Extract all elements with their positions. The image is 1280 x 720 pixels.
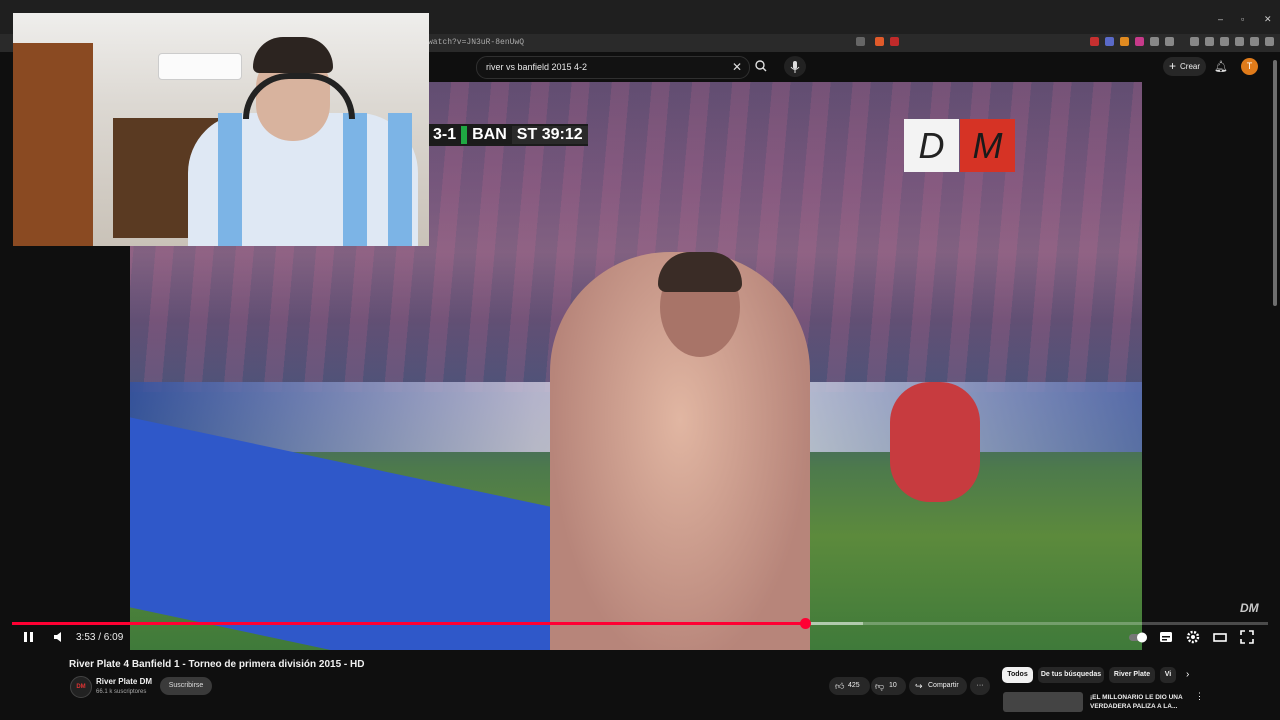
pitch-sign bbox=[130, 417, 550, 650]
search-button[interactable] bbox=[750, 56, 772, 77]
channel-avatar[interactable]: DM bbox=[70, 676, 92, 698]
settings-button[interactable] bbox=[1186, 630, 1200, 647]
fullscreen-button[interactable] bbox=[1240, 630, 1254, 647]
notifications-icon[interactable]: 🔔︎ bbox=[1214, 60, 1228, 73]
time-display: 3:53 / 6:09 bbox=[76, 632, 124, 643]
minimize-icon[interactable]: – bbox=[1218, 14, 1223, 24]
subscriber-count: 66.1 k suscriptores bbox=[96, 689, 147, 695]
maximize-icon[interactable]: ▫ bbox=[1241, 14, 1244, 24]
gear-icon bbox=[1186, 630, 1200, 644]
background-figure bbox=[890, 382, 980, 502]
music-icon[interactable] bbox=[1190, 37, 1199, 46]
scrubber-handle[interactable] bbox=[799, 618, 811, 629]
voice-search-button[interactable] bbox=[784, 56, 806, 77]
rewards-icon[interactable] bbox=[890, 37, 899, 46]
extension-icon[interactable] bbox=[1165, 37, 1174, 46]
extension-icon[interactable] bbox=[1135, 37, 1144, 46]
like-count: 425 bbox=[848, 682, 860, 689]
streamer-hair bbox=[253, 37, 333, 73]
pause-button[interactable] bbox=[22, 630, 36, 647]
chevron-right-icon[interactable]: › bbox=[1186, 669, 1189, 680]
dm-logo: D M bbox=[904, 119, 1015, 172]
channel-name[interactable]: River Plate DM bbox=[96, 677, 152, 686]
dislike-button[interactable]: 👎︎ 10 bbox=[871, 677, 906, 695]
share-button[interactable]: ↪ Compartir bbox=[909, 677, 967, 695]
vpn-icon[interactable] bbox=[1235, 37, 1244, 46]
volume-button[interactable] bbox=[52, 630, 66, 647]
cast-icon[interactable] bbox=[856, 37, 865, 46]
url-text[interactable]: watch?v=JN3uR-8enUwQ bbox=[428, 38, 524, 47]
plus-icon: + bbox=[1169, 59, 1177, 73]
match-clock: ST 39:12 bbox=[511, 126, 588, 144]
more-actions-button[interactable]: ··· bbox=[970, 677, 990, 695]
shield-icon[interactable] bbox=[1250, 37, 1259, 46]
air-conditioner bbox=[158, 53, 242, 80]
extension-icon[interactable] bbox=[1150, 37, 1159, 46]
share-icon: ↪ bbox=[915, 681, 923, 691]
related-more-icon[interactable]: ⋮ bbox=[1195, 691, 1204, 702]
dislike-count: 10 bbox=[889, 682, 897, 689]
brave-shield-icon[interactable] bbox=[875, 37, 884, 46]
extension-icon[interactable] bbox=[1090, 37, 1099, 46]
autoplay-icon bbox=[1129, 632, 1147, 643]
search-input[interactable]: river vs banfield 2015 4-2 ✕ bbox=[476, 56, 750, 79]
channel-watermark[interactable]: DM bbox=[1240, 601, 1259, 615]
extension-icon[interactable] bbox=[1105, 37, 1114, 46]
wallet-icon[interactable] bbox=[1220, 37, 1229, 46]
theater-mode-button[interactable] bbox=[1213, 630, 1227, 647]
related-video-title[interactable]: ¡EL MILLONARIO LE DIO UNA VERDADERA PALI… bbox=[1090, 693, 1185, 711]
shirt-stripe bbox=[343, 113, 367, 246]
volume-icon bbox=[54, 632, 61, 642]
theater-icon bbox=[1213, 633, 1227, 642]
subscribe-button[interactable]: Suscribirse bbox=[160, 677, 212, 695]
close-window-icon[interactable]: ✕ bbox=[1264, 14, 1272, 25]
chip-all[interactable]: Todos bbox=[1002, 667, 1033, 683]
home-score: 3-1 bbox=[433, 126, 457, 143]
played-bar bbox=[12, 622, 806, 625]
autoplay-toggle[interactable] bbox=[1128, 630, 1150, 647]
subtitles-button[interactable] bbox=[1159, 630, 1173, 647]
fullscreen-icon bbox=[1240, 630, 1254, 644]
pause-icon bbox=[24, 632, 33, 642]
player-hair bbox=[658, 252, 742, 292]
menu-icon[interactable] bbox=[1265, 37, 1274, 46]
chip-more[interactable]: Vi bbox=[1160, 667, 1176, 683]
thumbs-down-icon: 👎︎ bbox=[875, 681, 885, 691]
related-video-thumbnail[interactable] bbox=[1003, 692, 1083, 712]
thumbs-up-icon: 👍︎ bbox=[835, 681, 845, 691]
subtitles-icon bbox=[1160, 632, 1172, 642]
shirt-stripe bbox=[218, 113, 242, 246]
extension-icon[interactable] bbox=[1120, 37, 1129, 46]
search-icon bbox=[755, 60, 767, 72]
wooden-wall bbox=[13, 43, 93, 246]
page-scrollbar[interactable] bbox=[1273, 60, 1277, 306]
progress-bar[interactable] bbox=[12, 618, 1268, 629]
microphone-icon bbox=[790, 61, 800, 73]
shirt-stripe bbox=[388, 113, 412, 246]
search-query[interactable]: river vs banfield 2015 4-2 bbox=[486, 62, 587, 72]
create-button[interactable]: + Crear bbox=[1163, 57, 1206, 76]
sidebar-icon[interactable] bbox=[1205, 37, 1214, 46]
scoreboard: 3-1 BAN ST 39:12 bbox=[428, 124, 588, 146]
chip-from-searches[interactable]: De tus búsquedas bbox=[1038, 667, 1104, 683]
video-title: River Plate 4 Banfield 1 - Torneo de pri… bbox=[69, 659, 365, 670]
away-team: BAN bbox=[472, 126, 507, 143]
clear-search-icon[interactable]: ✕ bbox=[732, 60, 742, 74]
chip-river-plate[interactable]: River Plate bbox=[1109, 667, 1155, 683]
avatar[interactable]: T bbox=[1241, 58, 1258, 75]
webcam-overlay bbox=[13, 13, 429, 246]
like-button[interactable]: 👍︎ 425 bbox=[829, 677, 870, 695]
